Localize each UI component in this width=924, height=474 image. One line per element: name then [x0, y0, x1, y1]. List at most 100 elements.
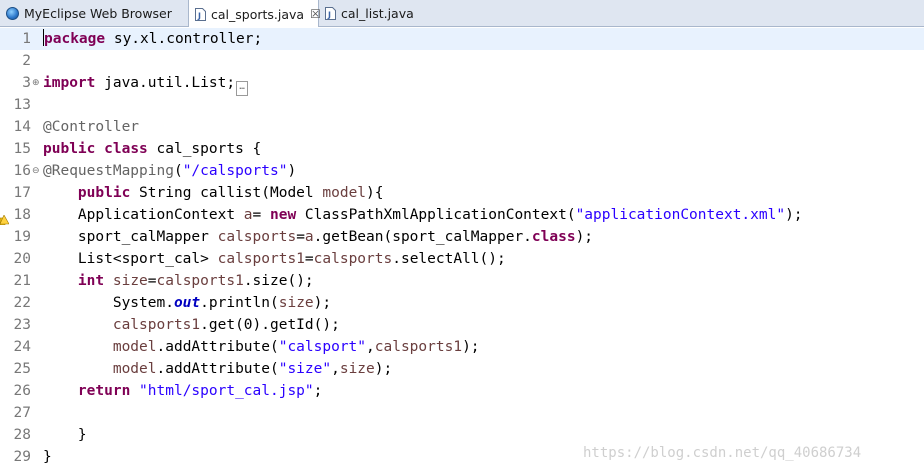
- code-token: System.: [43, 295, 174, 311]
- code-line[interactable]: 19 sport_calMapper calsports=a.getBean(s…: [0, 226, 924, 248]
- code-token: }: [43, 449, 52, 465]
- tab-cal-list-java[interactable]: J cal_list.java: [319, 0, 429, 27]
- line-number: 24: [13, 339, 31, 355]
- code-token: .addAttribute(: [156, 361, 279, 377]
- code-line[interactable]: 26 return "html/sport_cal.jsp";: [0, 380, 924, 402]
- code-line[interactable]: 23 calsports1.get(0).getId();: [0, 314, 924, 336]
- fold-expand-icon[interactable]: ⊕: [32, 72, 40, 94]
- code-token: java.util.List;: [95, 75, 236, 91]
- globe-icon: [6, 7, 19, 20]
- code-text: sport_calMapper calsports=a.getBean(spor…: [43, 226, 593, 248]
- code-token: =: [296, 229, 305, 245]
- code-line[interactable]: 28 }: [0, 424, 924, 446]
- code-text: ApplicationContext a= new ClassPathXmlAp…: [43, 204, 803, 226]
- code-line[interactable]: 15 public class cal_sports {: [0, 138, 924, 160]
- svg-text:J: J: [327, 11, 331, 20]
- code-line[interactable]: 27: [0, 402, 924, 424]
- code-token: @Controller: [43, 119, 140, 135]
- code-token: size: [112, 273, 148, 289]
- code-token: ClassPathXmlApplicationContext(: [296, 207, 576, 223]
- code-token: sport_calMapper: [43, 229, 218, 245]
- code-token: a: [243, 207, 253, 223]
- code-token: "html/sport_cal.jsp": [139, 383, 314, 399]
- code-token: package: [44, 31, 106, 47]
- tab-myeclipse-web-browser[interactable]: MyEclipse Web Browser: [0, 0, 188, 27]
- code-token: ,: [366, 339, 375, 355]
- watermark: https://blog.csdn.net/qq_40686734: [583, 445, 862, 461]
- tab-cal-sports-java[interactable]: J cal_sports.java ☒: [188, 0, 321, 28]
- code-line[interactable]: 24 model.addAttribute("calsport",calspor…: [0, 336, 924, 358]
- code-line[interactable]: 20 List<sport_cal> calsports1=calsports.…: [0, 248, 924, 270]
- code-token: ){: [366, 185, 384, 201]
- code-token: size: [339, 361, 375, 377]
- code-token: );: [462, 339, 480, 355]
- line-number: 15: [13, 141, 31, 157]
- code-token: =: [304, 251, 314, 267]
- java-file-icon: J: [195, 7, 206, 21]
- code-token: );: [313, 295, 332, 311]
- code-token: .println(: [200, 295, 279, 311]
- warning-icon[interactable]: [0, 210, 10, 226]
- line-number: 19: [13, 229, 31, 245]
- code-line[interactable]: 21 int size=calsports1.size();: [0, 270, 924, 292]
- tab-label: cal_list.java: [341, 6, 414, 21]
- code-token: class: [104, 141, 148, 157]
- code-text: model.addAttribute("size",size);: [43, 358, 392, 380]
- code-text: int size=calsports1.size();: [43, 270, 314, 292]
- code-line[interactable]: 14 @Controller: [0, 116, 924, 138]
- code-token: (: [173, 163, 183, 179]
- code-text: @RequestMapping("/calsports"): [43, 160, 296, 182]
- code-token: "applicationContext.xml": [575, 207, 786, 223]
- code-token: import: [43, 75, 96, 91]
- code-token: .getBean(sport_calMapper.: [313, 229, 532, 245]
- line-number: 14: [13, 119, 31, 135]
- tab-label: MyEclipse Web Browser: [24, 6, 172, 21]
- line-number: 2: [22, 53, 31, 69]
- code-token: String callist(Model: [130, 185, 323, 201]
- code-token: cal_sports {: [147, 141, 262, 157]
- code-line[interactable]: 3 ⊕ import java.util.List;…: [0, 72, 924, 96]
- code-token: .addAttribute(: [156, 339, 279, 355]
- code-line[interactable]: 13: [0, 94, 924, 116]
- code-line[interactable]: 18 ApplicationContext a= new ClassPathXm…: [0, 204, 924, 226]
- fold-collapse-icon[interactable]: ⊖: [32, 160, 40, 182]
- line-number: 28: [13, 427, 31, 443]
- code-token: List<sport_cal>: [43, 251, 218, 267]
- code-token: ApplicationContext: [43, 207, 244, 223]
- line-number: 1: [22, 31, 31, 47]
- code-text: public String callist(Model model){: [43, 182, 384, 204]
- code-token: ): [287, 163, 297, 179]
- code-text: @Controller: [43, 116, 139, 138]
- line-number: 20: [13, 251, 31, 267]
- code-line[interactable]: 2: [0, 50, 924, 72]
- code-token: .get(0).getId();: [200, 317, 340, 333]
- code-token: .size();: [243, 273, 314, 289]
- editor-tab-bar: MyEclipse Web Browser J cal_sports.java …: [0, 0, 924, 28]
- code-line[interactable]: 22 System.out.println(size);: [0, 292, 924, 314]
- line-number: 23: [13, 317, 31, 333]
- line-number: 22: [13, 295, 31, 311]
- code-line[interactable]: 1 package sy.xl.controller;: [0, 28, 924, 50]
- code-line[interactable]: 16 ⊖ @RequestMapping("/calsports"): [0, 160, 924, 182]
- code-token: ,: [331, 361, 340, 377]
- code-token: @RequestMapping: [43, 163, 174, 179]
- code-editor[interactable]: 1 package sy.xl.controller; 2 3 ⊕ import java…: [0, 27, 924, 474]
- code-line[interactable]: 17 public String callist(Model model){: [0, 182, 924, 204]
- code-text: model.addAttribute("calsport",calsports1…: [43, 336, 480, 358]
- line-number: 29: [13, 449, 31, 465]
- code-token: calsports: [313, 251, 393, 267]
- code-token: calsports1: [374, 339, 463, 355]
- code-token: new: [270, 207, 297, 223]
- java-file-icon: J: [325, 7, 336, 20]
- code-token: sy.xl.controller;: [105, 31, 263, 47]
- code-line[interactable]: 25 model.addAttribute("size",size);: [0, 358, 924, 380]
- code-token: "calsport": [278, 339, 367, 355]
- code-token: class: [531, 229, 576, 245]
